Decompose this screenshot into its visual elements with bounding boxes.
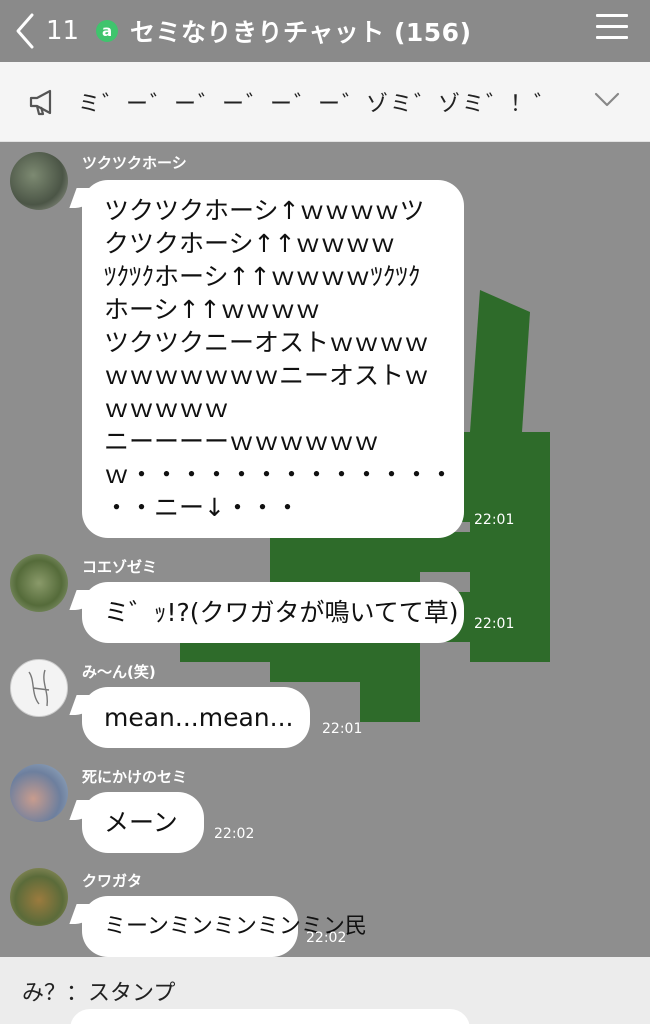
message-bubble[interactable]: ミーンミンミンミンミン民: [82, 896, 367, 957]
sender-name: ツクツクホーシ: [82, 154, 187, 172]
avatar[interactable]: [10, 764, 68, 822]
message-time: 22:01: [322, 721, 363, 737]
menu-icon-bar: [596, 36, 628, 39]
message-line: ｗｗｗｗｗ: [104, 394, 230, 423]
message-line: ｗ・・・・・・・・・・・・・: [104, 460, 455, 489]
unread-count: 11: [46, 16, 80, 46]
message-time: 22:01: [474, 512, 515, 528]
message-line: ホーシ↑↑ｗｗｗｗ: [104, 295, 321, 324]
avatar[interactable]: [10, 659, 68, 717]
avatar[interactable]: [10, 152, 68, 210]
message-line: ミーンミンミンミンミン民: [104, 914, 367, 939]
announcement-bar[interactable]: ミ゛ー゛ー゛ー゛ー゛ー゛ゾミ゛ゾミ゛！゛: [0, 62, 650, 142]
message-bubble[interactable]: ミ゛ｯ!?(クワガタが鳴いてて草): [82, 582, 464, 643]
preview-text: み？：スタンプ: [22, 981, 176, 1006]
avatar[interactable]: [10, 868, 68, 926]
megaphone-icon: [29, 89, 52, 115]
menu-icon: [596, 14, 628, 17]
message-line: クツクホーシ↑↑ｗｗｗｗ: [104, 229, 396, 258]
message-line: mean...mean...: [104, 703, 294, 732]
openchat-badge-icon: a: [96, 20, 118, 42]
message-line: ﾂｸﾂｸホーシ↑↑ｗｗｗｗﾂｸﾂｸ: [104, 262, 421, 291]
title-area: a セミなりきりチャット (156): [96, 13, 472, 49]
chat-area[interactable]: ツクツクホーシ ツクツクホーシ↑ｗｗｗｗツ クツクホーシ↑↑ｗｗｗｗ ﾂｸﾂｸホ…: [0, 142, 650, 957]
preview-bubble: [70, 1009, 470, 1024]
bottom-preview-bar[interactable]: み？：スタンプ: [0, 957, 650, 1024]
menu-button[interactable]: [596, 14, 628, 40]
chevron-left-icon: [16, 13, 34, 49]
back-button[interactable]: 11: [0, 0, 90, 62]
sender-name: クワガタ: [82, 872, 143, 890]
sender-name: 死にかけのセミ: [82, 768, 188, 786]
message-line: ・・ニー↓・・・: [104, 493, 300, 522]
announcement-text: ミ゛ー゛ー゛ー゛ー゛ー゛ゾミ゛ゾミ゛！゛: [78, 91, 559, 117]
message-bubble[interactable]: メーン: [82, 792, 204, 853]
chevron-down-icon[interactable]: [594, 92, 620, 108]
message-line: メーン: [104, 808, 178, 837]
message-time: 22:02: [214, 826, 255, 842]
message-bubble[interactable]: mean...mean...: [82, 687, 310, 748]
message-time: 22:02: [306, 930, 347, 946]
sender-name: み〜ん(笑): [82, 663, 156, 681]
sender-name: コエゾゼミ: [82, 558, 158, 576]
message-line: ミ゛ｯ!?(クワガタが鳴いてて草): [104, 598, 459, 627]
message-bubble[interactable]: ツクツクホーシ↑ｗｗｗｗツ クツクホーシ↑↑ｗｗｗｗ ﾂｸﾂｸホーシ↑↑ｗｗｗｗ…: [82, 180, 464, 538]
message-line: ツクツクホーシ↑ｗｗｗｗツ: [104, 196, 425, 225]
message-line: ツクツクニーオストｗｗｗｗ: [104, 328, 430, 357]
sketch-avatar-icon: [28, 669, 50, 707]
chat-header: 11 a セミなりきりチャット (156): [0, 0, 650, 62]
message-line: ｗｗｗｗｗｗｗニーオストｗ: [104, 361, 430, 390]
message-time: 22:01: [474, 616, 515, 632]
avatar[interactable]: [10, 554, 68, 612]
message-line: ニーーーーｗｗｗｗｗｗ: [104, 427, 380, 456]
menu-icon-bar: [596, 25, 628, 28]
chat-title: セミなりきりチャット (156): [130, 18, 472, 47]
